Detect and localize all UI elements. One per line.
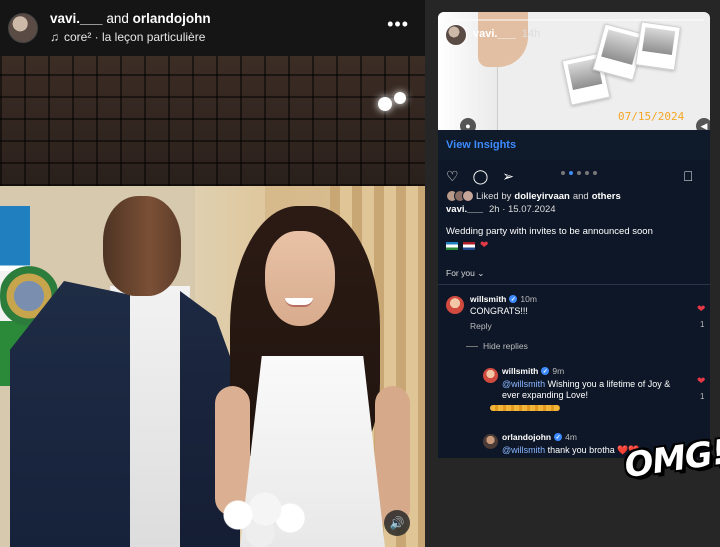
carousel-dot bbox=[585, 171, 589, 175]
comment-like-count: 1 bbox=[700, 320, 705, 329]
post-actions: ♡ ◯ ➢ bbox=[446, 168, 514, 185]
carousel-dot bbox=[561, 171, 565, 175]
music-note-icon: ♫ bbox=[50, 29, 59, 44]
carousel-dot bbox=[577, 171, 581, 175]
reply-button[interactable]: Reply bbox=[470, 321, 492, 331]
commenter-avatar[interactable] bbox=[483, 434, 498, 449]
comment-username: willsmith bbox=[470, 294, 507, 304]
comment-icon[interactable]: ◯ bbox=[473, 168, 489, 185]
story-avatar[interactable] bbox=[445, 24, 467, 46]
thread-line bbox=[466, 346, 478, 347]
view-insights-link[interactable]: View Insights bbox=[446, 139, 516, 151]
groom-head bbox=[103, 196, 181, 296]
and-connector: and bbox=[106, 11, 129, 27]
comment-time: 10m bbox=[520, 294, 537, 304]
send-icon[interactable]: ➢ bbox=[502, 168, 514, 185]
liked-avatars bbox=[446, 190, 474, 202]
comment-user[interactable]: willsmith ✓ 9m bbox=[502, 366, 564, 376]
uzbekistan-flag-icon bbox=[446, 241, 458, 250]
username-vavi[interactable]: vavi.___ bbox=[50, 11, 103, 26]
bouquet bbox=[220, 491, 310, 547]
date-stamp: 07/15/2024 bbox=[618, 110, 685, 123]
instagram-post: vavi.___ and orlandojohn ♫ core² · la le… bbox=[0, 0, 425, 547]
ceiling-light bbox=[378, 97, 392, 111]
view-insights-bar[interactable]: View Insights bbox=[438, 130, 710, 160]
story-user-name: vavi.___ bbox=[473, 28, 516, 40]
commenter-avatar[interactable] bbox=[483, 368, 498, 383]
story-time: 14h bbox=[521, 28, 541, 40]
comments-sort[interactable]: For you ⌄ bbox=[446, 268, 484, 279]
post-caption: Wedding party with invites to be announc… bbox=[446, 226, 653, 237]
verified-badge-icon: ✓ bbox=[509, 295, 518, 303]
carousel-dots bbox=[561, 171, 597, 175]
chevron-down-icon: ⌄ bbox=[477, 268, 485, 278]
comment-heart-icon[interactable]: ❤ bbox=[697, 304, 705, 315]
caption-emojis: ❤ bbox=[446, 240, 488, 251]
comment-text: @willsmith thank you brotha ❤️❤️ bbox=[502, 445, 640, 456]
divider bbox=[438, 284, 710, 285]
post-photo[interactable] bbox=[0, 56, 425, 547]
comment-text: CONGRATS!!! bbox=[470, 306, 528, 316]
polaroid-photo bbox=[635, 21, 681, 71]
verified-badge-icon: ✓ bbox=[541, 367, 550, 375]
username-orlandojohn[interactable]: orlandojohn bbox=[133, 11, 211, 26]
ceiling-grid bbox=[0, 56, 425, 186]
carousel-dot bbox=[593, 171, 597, 175]
comment-mention[interactable]: @willsmith bbox=[502, 445, 545, 455]
comment-username: orlandojohn bbox=[502, 432, 552, 442]
post-time: 2h · 15.07.2024 bbox=[488, 204, 556, 215]
ceiling-light bbox=[394, 92, 406, 104]
speaker-icon[interactable]: 🔊 bbox=[384, 510, 410, 536]
comment-time: 4m bbox=[565, 432, 577, 442]
shared-post: ♡ ◯ ➢ ⎕ Liked by dolleyirvaan and others… bbox=[438, 160, 710, 458]
comment-username: willsmith bbox=[502, 366, 539, 376]
verified-badge-icon: ✓ bbox=[554, 433, 563, 441]
liker-avatar bbox=[462, 190, 474, 202]
liked-prefix: Liked by bbox=[476, 190, 512, 202]
collab-usernames: vavi.___ and orlandojohn bbox=[50, 11, 211, 28]
liked-user[interactable]: dolleyirvaan bbox=[514, 191, 569, 202]
post-header: vavi.___ and orlandojohn ♫ core² · la le… bbox=[0, 0, 425, 56]
liked-by[interactable]: Liked by dolleyirvaan and others bbox=[446, 190, 624, 202]
heart-icon[interactable]: ♡ bbox=[446, 168, 459, 185]
header-text: vavi.___ and orlandojohn ♫ core² · la le… bbox=[50, 11, 211, 45]
tagged-person-icon[interactable]: ● bbox=[460, 118, 476, 130]
post-meta: vavi.___ 2h · 15.07.2024 bbox=[446, 204, 556, 215]
story-image[interactable]: 07/15/2024 vavi.___14h ✕ ● ◀ bbox=[438, 12, 710, 130]
story-username[interactable]: vavi.___ 14h bbox=[473, 28, 540, 40]
bride bbox=[200, 206, 420, 547]
comment-like-count: 1 bbox=[700, 392, 705, 401]
liked-and: and bbox=[572, 190, 589, 202]
commenter-avatar[interactable] bbox=[446, 296, 464, 314]
comment-user[interactable]: orlandojohn ✓ 4m bbox=[502, 432, 577, 442]
song-title: core² · la leçon particulière bbox=[64, 29, 206, 44]
bride-arm bbox=[375, 386, 410, 526]
comment-text: @willsmith Wishing you a lifetime of Joy… bbox=[502, 379, 680, 402]
comment-time: 9m bbox=[552, 366, 565, 376]
scribble-mark bbox=[490, 405, 560, 411]
groom-jacket bbox=[10, 281, 130, 547]
mute-icon[interactable]: ◀ bbox=[696, 118, 710, 130]
bride-face bbox=[265, 231, 335, 326]
story-progress-bar bbox=[454, 19, 704, 21]
more-options-icon[interactable]: ••• bbox=[387, 14, 409, 35]
liked-others[interactable]: others bbox=[592, 191, 621, 202]
user-avatar[interactable] bbox=[8, 13, 38, 43]
hide-replies-button[interactable]: Hide replies bbox=[483, 341, 528, 351]
netherlands-flag-icon bbox=[463, 241, 475, 250]
post-username[interactable]: vavi.___ bbox=[446, 204, 483, 215]
comment-user[interactable]: willsmith ✓ 10m bbox=[470, 294, 537, 304]
carousel-dot bbox=[569, 171, 573, 175]
for-you-label: For you bbox=[446, 268, 475, 278]
comment-heart-icon[interactable]: ❤ bbox=[697, 376, 705, 387]
comment-mention[interactable]: @willsmith bbox=[502, 379, 545, 389]
bookmark-icon[interactable]: ⎕ bbox=[684, 168, 692, 185]
heart-emoji-icon: ❤ bbox=[480, 240, 489, 251]
audio-track[interactable]: ♫ core² · la leçon particulière bbox=[50, 30, 211, 45]
